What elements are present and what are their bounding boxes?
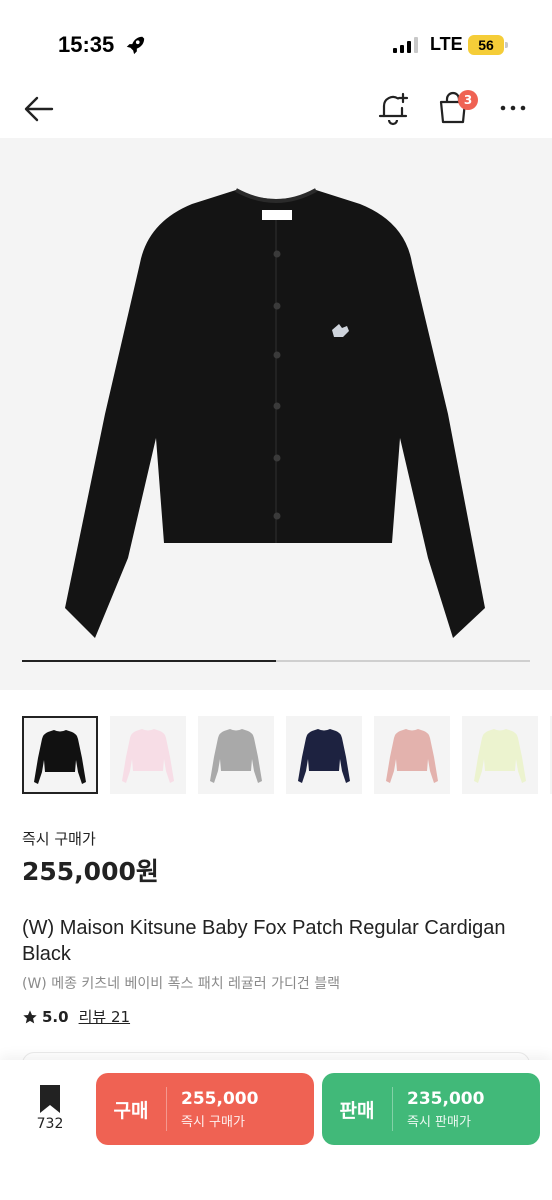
wishlist-button[interactable]: 732 bbox=[30, 1084, 70, 1132]
color-thumbnail[interactable] bbox=[374, 716, 450, 794]
buy-info: 255,000 즉시 구매가 bbox=[167, 1089, 258, 1130]
cardigan-thumbnail-image bbox=[34, 730, 86, 784]
color-thumbnail[interactable] bbox=[198, 716, 274, 794]
sell-price: 235,000 bbox=[407, 1088, 485, 1109]
signal-icon bbox=[393, 37, 418, 53]
cardigan-image bbox=[65, 188, 485, 638]
buy-button[interactable]: 구매 255,000 즉시 구매가 bbox=[96, 1073, 314, 1145]
cardigan-thumbnail-image bbox=[210, 729, 262, 783]
back-arrow-icon[interactable] bbox=[22, 92, 56, 126]
color-thumbnails bbox=[22, 716, 552, 796]
buy-price: 255,000 bbox=[181, 1088, 259, 1109]
bottom-action-bar: 732 구매 255,000 즉시 구매가 판매 235,000 즉시 판매가 bbox=[0, 1060, 552, 1200]
cardigan-thumbnail-image bbox=[122, 729, 174, 783]
sell-label: 판매 bbox=[339, 1099, 375, 1122]
cardigan-thumbnail-image bbox=[298, 729, 350, 783]
cart-count-badge: 3 bbox=[458, 90, 478, 110]
color-thumbnail[interactable] bbox=[286, 716, 362, 794]
status-time: 15:35 bbox=[58, 32, 115, 57]
rating-value: 5.0 bbox=[42, 1007, 69, 1026]
cardigan-thumbnail-image bbox=[386, 729, 438, 783]
star-icon bbox=[23, 1009, 37, 1023]
gallery-progress bbox=[22, 660, 530, 662]
product-price: 255,000원 bbox=[22, 857, 159, 886]
sell-sub-label: 즉시 판매가 bbox=[407, 1114, 471, 1130]
gallery-progress-fill bbox=[22, 660, 276, 662]
color-thumbnail[interactable] bbox=[22, 716, 98, 794]
reviews-link[interactable]: 리뷰 21 bbox=[79, 1006, 130, 1027]
product-subtitle: (W) 메종 키츠네 베이비 폭스 패치 레귤러 가디건 블랙 bbox=[22, 976, 340, 992]
bell-add-icon[interactable] bbox=[376, 90, 410, 126]
sell-info: 235,000 즉시 판매가 bbox=[393, 1089, 484, 1130]
sell-button[interactable]: 판매 235,000 즉시 판매가 bbox=[322, 1073, 540, 1145]
product-title: (W) Maison Kitsune Baby Fox Patch Regula… bbox=[22, 917, 506, 965]
more-options-icon[interactable] bbox=[498, 98, 528, 118]
color-thumbnail[interactable] bbox=[110, 716, 186, 794]
wishlist-count: 732 bbox=[36, 1116, 64, 1132]
product-image[interactable] bbox=[0, 138, 552, 690]
color-thumbnail[interactable] bbox=[462, 716, 538, 794]
cardigan-thumbnail-image bbox=[474, 729, 526, 783]
price-label: 즉시 구매가 bbox=[22, 830, 96, 848]
buy-label: 구매 bbox=[113, 1099, 149, 1122]
bookmark-icon bbox=[40, 1085, 60, 1113]
battery-indicator: 56 bbox=[468, 35, 508, 55]
status-bar: 15:35 LTE 56 bbox=[0, 0, 552, 90]
buy-sub-label: 즉시 구매가 bbox=[181, 1114, 245, 1130]
rating-row: 5.0 리뷰 21 bbox=[22, 1006, 130, 1027]
network-label: LTE bbox=[430, 34, 463, 54]
rocket-icon bbox=[126, 36, 145, 55]
